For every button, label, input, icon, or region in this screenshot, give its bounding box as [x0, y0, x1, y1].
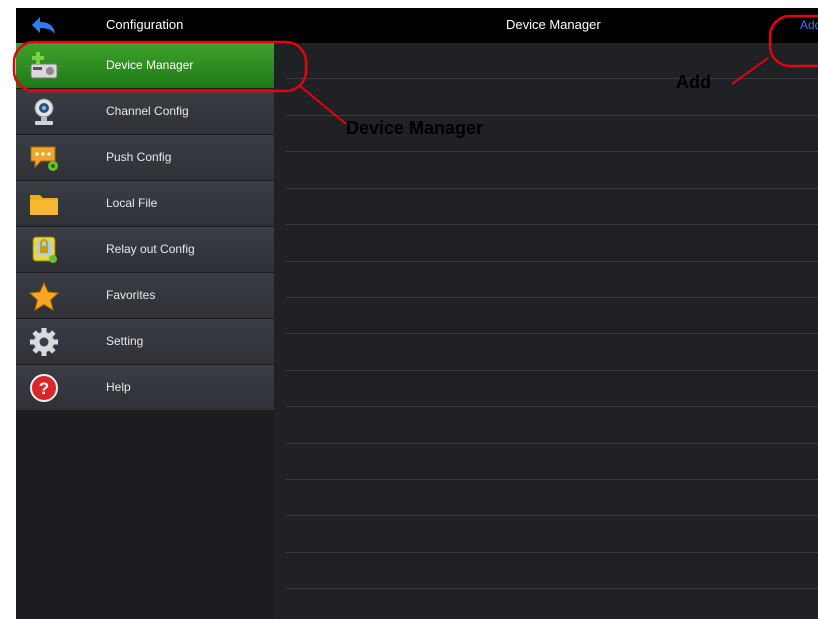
app-window: Configuration Device Manager Add Device … — [16, 8, 818, 619]
list-row-separator — [286, 261, 818, 262]
sidebar-item-label: Push Config — [106, 150, 172, 164]
list-row-separator — [286, 370, 818, 371]
top-bar: Configuration Device Manager Add — [16, 8, 818, 43]
list-row-separator — [286, 78, 818, 79]
relay-lock-icon — [32, 236, 57, 263]
list-row-separator — [286, 479, 818, 480]
device-add-icon — [30, 52, 58, 79]
help-icon: ? — [30, 374, 58, 402]
list-row-separator — [286, 552, 818, 553]
add-button[interactable]: Add — [800, 18, 818, 32]
sidebar-item-label: Help — [106, 380, 131, 394]
page-title: Device Manager — [506, 17, 601, 32]
list-row-separator — [286, 406, 818, 407]
list-row-separator — [286, 588, 818, 589]
list-row-separator — [286, 188, 818, 189]
list-row-separator — [286, 297, 818, 298]
document-caption-strip — [0, 0, 818, 8]
message-gear-icon — [30, 146, 58, 171]
list-row-separator — [286, 115, 818, 116]
sidebar-item-local-file[interactable]: Local File — [16, 181, 274, 227]
sidebar-item-relay-out-config[interactable]: Relay out Config — [16, 227, 274, 273]
webcam-icon — [34, 98, 54, 125]
sidebar-item-label: Favorites — [106, 288, 156, 302]
gear-icon — [30, 328, 58, 356]
sidebar-item-label: Local File — [106, 196, 158, 210]
star-icon — [28, 281, 60, 311]
device-manager-annotation: Device Manager — [346, 118, 484, 138]
sidebar-item-help[interactable]: ? Help — [16, 365, 274, 411]
folder-icon — [30, 195, 58, 215]
sidebar-item-label: Channel Config — [106, 104, 189, 118]
configuration-title: Configuration — [106, 17, 184, 32]
sidebar-item-label: Device Manager — [106, 58, 194, 72]
list-row-separator — [286, 443, 818, 444]
back-arrow-icon[interactable] — [30, 15, 58, 37]
sidebar-item-favorites[interactable]: Favorites — [16, 273, 274, 319]
sidebar-item-setting[interactable]: Setting — [16, 319, 274, 365]
list-row-separator — [286, 151, 818, 152]
sidebar-item-device-manager[interactable]: Device Manager — [16, 43, 274, 89]
sidebar: Device Manager Channel Config Push Confi… — [16, 43, 274, 619]
list-row-separator — [286, 515, 818, 516]
sidebar-empty-area — [16, 411, 274, 619]
sidebar-item-label: Relay out Config — [106, 242, 195, 256]
list-row-separator — [286, 224, 818, 225]
list-row-separator — [286, 333, 818, 334]
add-annotation: Add — [676, 72, 711, 92]
sidebar-item-push-config[interactable]: Push Config — [16, 135, 274, 181]
sidebar-item-channel-config[interactable]: Channel Config — [16, 89, 274, 135]
sidebar-item-label: Setting — [106, 334, 144, 348]
svg-text:?: ? — [39, 379, 49, 398]
